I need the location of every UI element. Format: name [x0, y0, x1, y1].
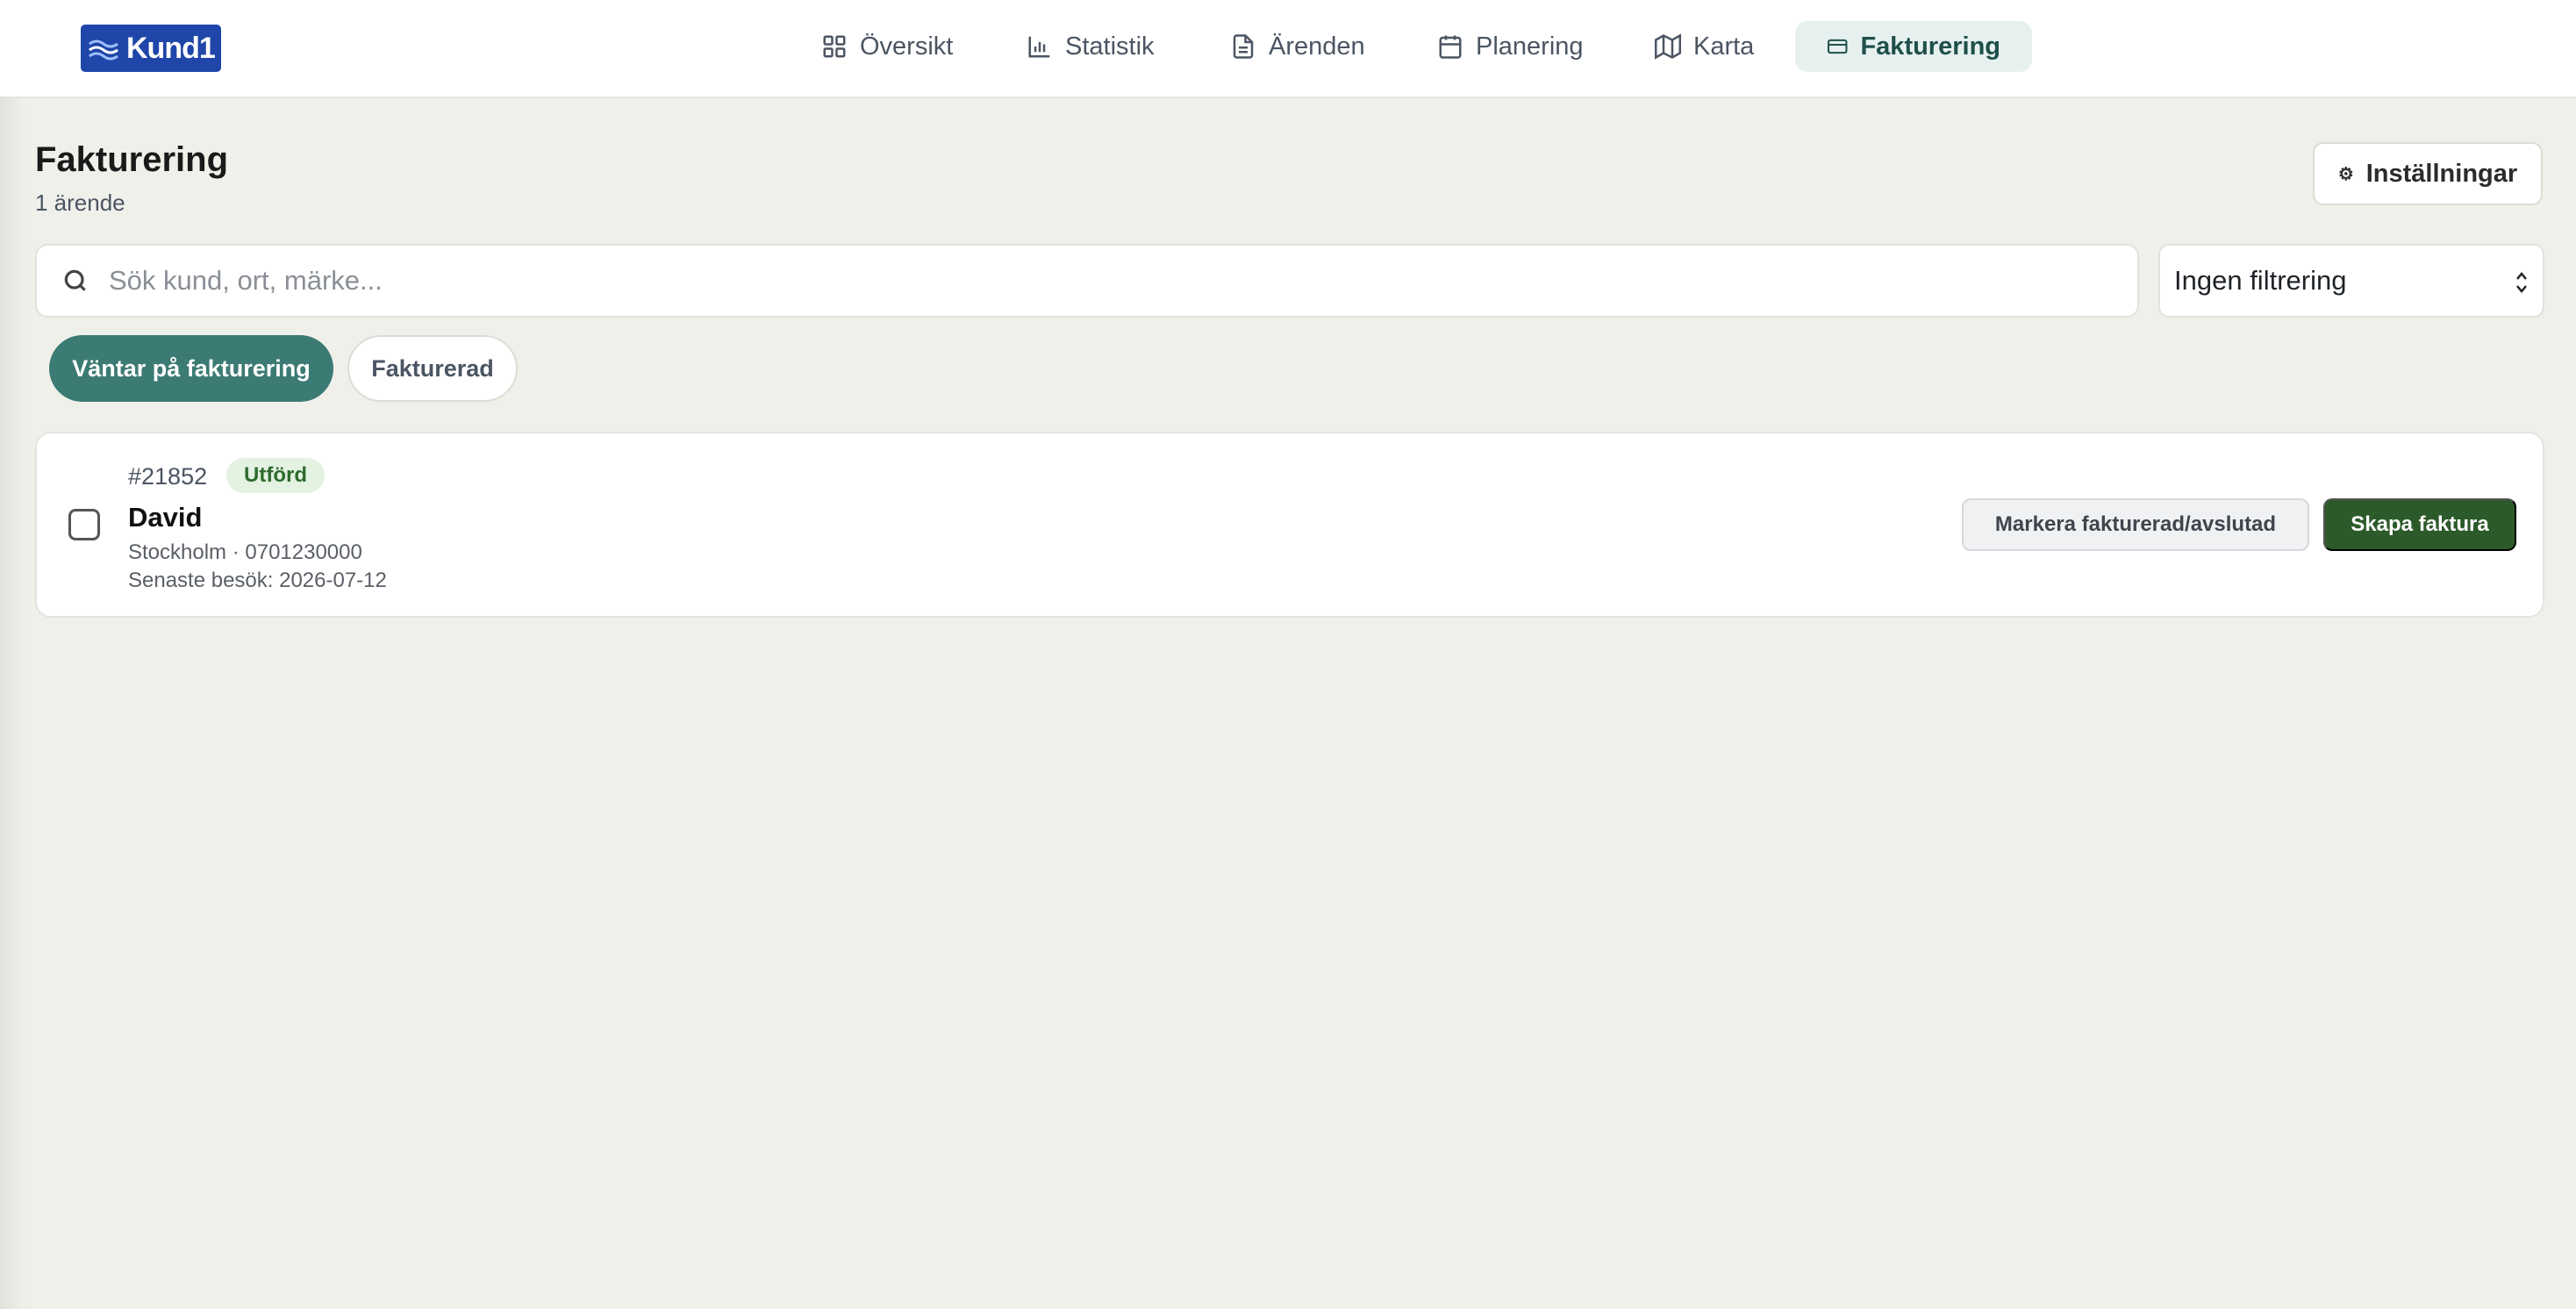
- customer-location-phone: Stockholm · 0701230000: [128, 540, 362, 564]
- nav-label: Planering: [1476, 32, 1584, 61]
- nav-item-statistik[interactable]: Statistik: [995, 21, 1186, 72]
- filter-select[interactable]: Ingen filtrering: [2158, 244, 2544, 318]
- map-icon: [1655, 33, 1681, 60]
- search-icon: [64, 269, 86, 291]
- top-navigation-bar: Kund1 Översikt Statistik Ärenden Planeri…: [0, 0, 2576, 98]
- nav-item-oversikt[interactable]: Översikt: [790, 21, 984, 72]
- page-title: Fakturering: [35, 140, 229, 179]
- nav-label: Översikt: [860, 32, 954, 61]
- settings-label: Inställningar: [2365, 159, 2518, 188]
- bar-chart-icon: [1028, 36, 1050, 58]
- grid-icon: [823, 35, 846, 58]
- search-input[interactable]: [109, 265, 2039, 297]
- tab-waiting-for-invoicing[interactable]: Väntar på fakturering: [49, 335, 333, 402]
- status-badge: Utförd: [226, 458, 325, 493]
- nav-item-fakturering[interactable]: Fakturering: [1795, 21, 2032, 72]
- case-checkbox[interactable]: [68, 509, 100, 540]
- gear-icon: ⚙: [2337, 164, 2354, 184]
- credit-card-icon: [1828, 39, 1848, 54]
- document-icon: [1233, 34, 1254, 59]
- nav-label: Statistik: [1065, 32, 1155, 61]
- chevron-up-down-icon: [2516, 272, 2527, 293]
- nav-label: Fakturering: [1860, 32, 2000, 61]
- filter-selected-value: Ingen filtrering: [2174, 265, 2347, 296]
- case-count: 1 ärende: [35, 190, 125, 216]
- window-edge-shadow: [0, 0, 26, 1309]
- nav-label: Ärenden: [1269, 32, 1365, 61]
- create-invoice-button[interactable]: Skapa faktura: [2323, 498, 2516, 551]
- customer-name: David: [128, 502, 203, 533]
- nav-label: Karta: [1693, 32, 1755, 61]
- tab-invoiced[interactable]: Fakturerad: [347, 335, 518, 402]
- mark-invoiced-button[interactable]: Markera fakturerad/avslutad: [1962, 498, 2309, 551]
- search-bar: [35, 244, 2139, 318]
- main-nav: Översikt Statistik Ärenden Planering Kar…: [0, 21, 2576, 72]
- last-visit: Senaste besök: 2026-07-12: [128, 569, 387, 592]
- nav-item-planering[interactable]: Planering: [1406, 21, 1615, 72]
- nav-item-arenden[interactable]: Ärenden: [1199, 21, 1397, 72]
- nav-item-karta[interactable]: Karta: [1623, 21, 1785, 72]
- case-card: #21852 Utförd David Stockholm · 07012300…: [35, 432, 2544, 618]
- case-id: #21852: [128, 463, 208, 490]
- calendar-icon: [1439, 35, 1462, 59]
- settings-button[interactable]: ⚙ Inställningar: [2313, 142, 2543, 205]
